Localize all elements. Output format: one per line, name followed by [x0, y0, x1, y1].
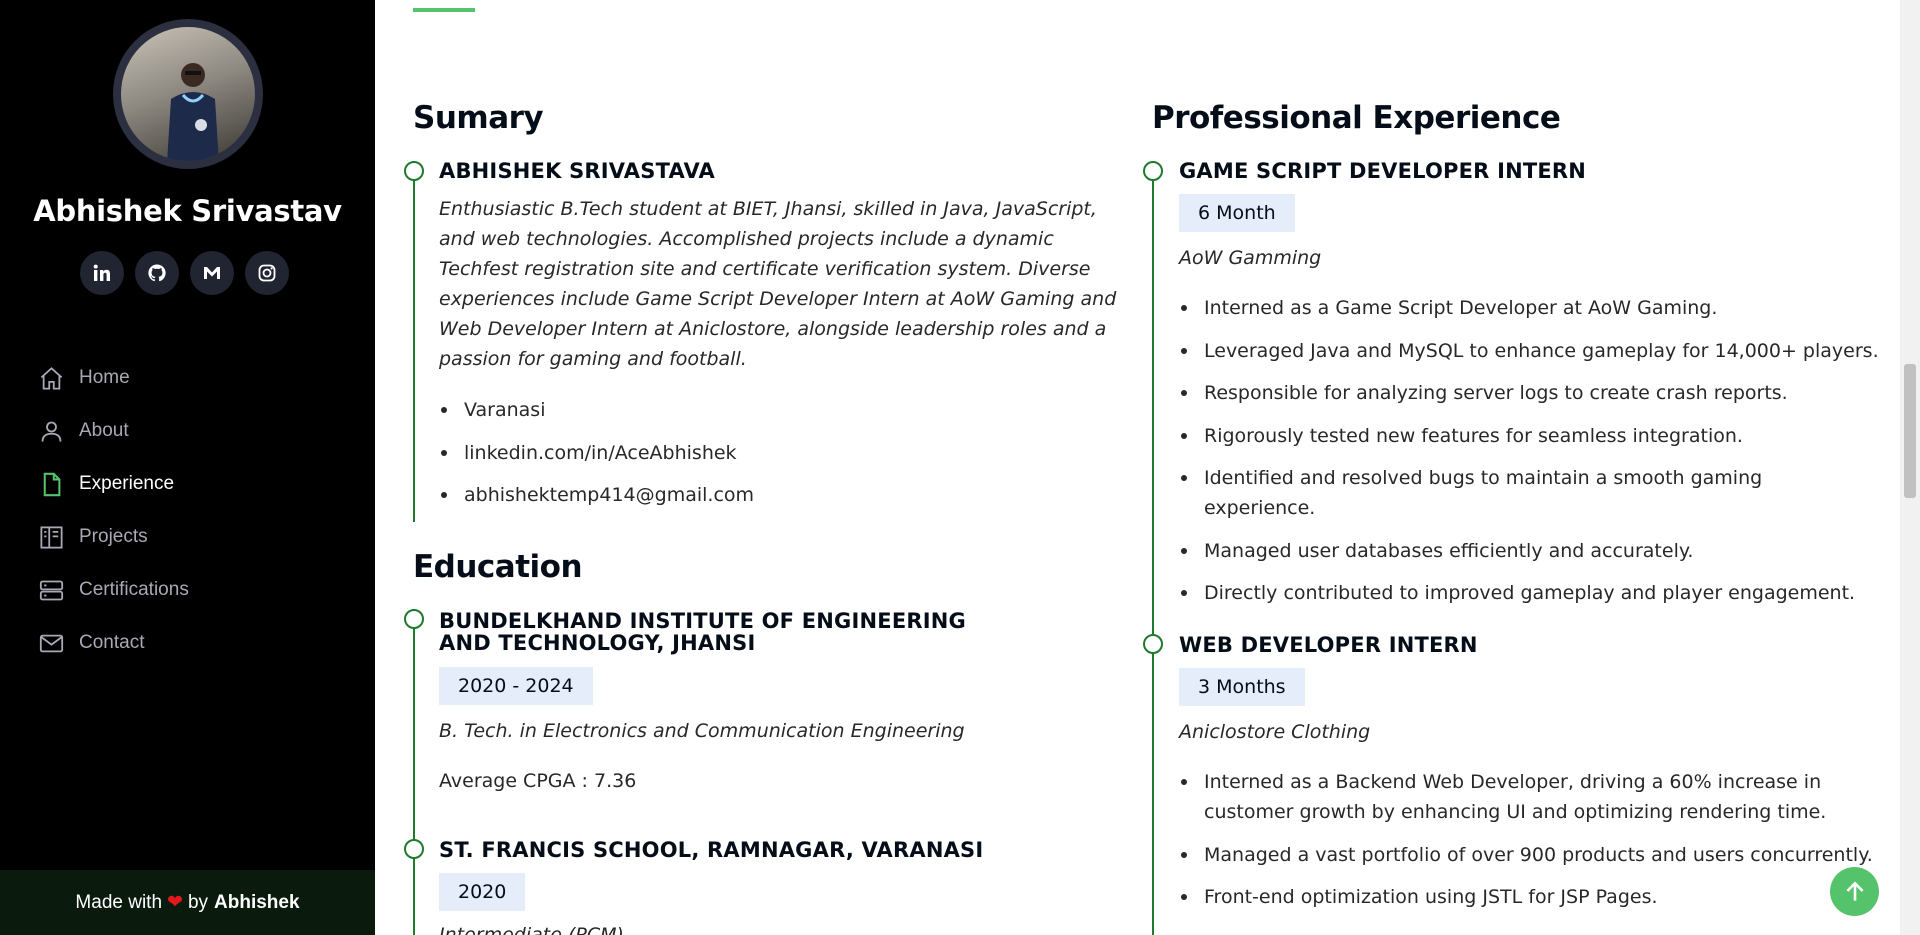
server-icon	[39, 580, 64, 600]
timeline-node	[1143, 161, 1163, 181]
contact-location: Varanasi	[439, 395, 1129, 425]
contact-email: abhishektemp414@gmail.com	[439, 480, 1129, 510]
summary-description: Enthusiastic B.Tech student at BIET, Jha…	[439, 198, 1117, 370]
experience-point: Leveraged Java and MySQL to enhance game…	[1179, 336, 1879, 366]
instagram-link[interactable]	[245, 251, 289, 295]
social-links	[80, 251, 289, 295]
experience-duration-badge: 6 Month	[1179, 194, 1295, 232]
experience-points: Interned as a Backend Web Developer, dri…	[1179, 767, 1879, 925]
timeline-node	[404, 839, 424, 859]
experience-title: Professional Experience	[1152, 100, 1561, 136]
experience-company: AoW Gamming	[1179, 247, 1322, 269]
person-icon	[41, 421, 62, 442]
file-icon	[43, 472, 61, 496]
education-years-badge: 2020 - 2024	[439, 667, 593, 705]
avatar	[113, 19, 263, 169]
linkedin-link[interactable]	[80, 251, 124, 295]
experience-role: WEB DEVELOPER INTERN	[1179, 633, 1478, 657]
nav-label-about: About	[79, 420, 129, 441]
summary-name: ABHISHEK SRIVASTAVA	[439, 159, 715, 183]
experience-points: Interned as a Game Script Developer at A…	[1179, 293, 1879, 621]
experience-role: GAME SCRIPT DEVELOPER INTERN	[1179, 159, 1587, 183]
profile-name: Abhishek Srivastav	[33, 194, 342, 228]
summary-timeline	[413, 170, 415, 522]
sidebar: Abhishek Srivastav Home About Experience…	[0, 0, 375, 935]
summary-title: Sumary	[413, 100, 544, 136]
nav-item-contact[interactable]: Contact	[38, 608, 189, 678]
back-to-top-button[interactable]	[1830, 867, 1879, 916]
timeline-node	[404, 609, 424, 629]
nav-label-experience: Experience	[79, 473, 175, 494]
education-school: ST. FRANCIS SCHOOL, RAMNAGAR, VARANASI	[439, 838, 984, 862]
nav-label-projects: Projects	[79, 526, 148, 547]
timeline-node	[1143, 634, 1163, 654]
nav-label-certifications: Certifications	[79, 579, 189, 600]
layout-icon	[40, 525, 63, 549]
nav-label-contact: Contact	[79, 632, 145, 653]
footer-made-with: Made with	[75, 891, 163, 913]
nav-label-home: Home	[79, 367, 130, 388]
footer-by: by	[187, 891, 209, 913]
experience-point: Directly contributed to improved gamepla…	[1179, 578, 1879, 608]
scrollbar-thumb[interactable]	[1904, 364, 1916, 498]
experience-point: Rigorously tested new features for seaml…	[1179, 421, 1879, 451]
experience-company: Aniclostore Clothing	[1179, 721, 1371, 743]
experience-point: Front-end optimization using JSTL for JS…	[1179, 882, 1879, 912]
education-score: Average CPGA : 7.36	[439, 770, 637, 792]
experience-point: Managed a vast portfolio of over 900 pro…	[1179, 840, 1879, 870]
linkedin-icon	[93, 264, 110, 281]
github-icon	[148, 264, 166, 282]
education-degree: B. Tech. in Electronics and Communicatio…	[439, 720, 965, 742]
gmail-link[interactable]	[190, 251, 234, 295]
timeline-node	[404, 161, 424, 181]
experience-point: Interned as a Game Script Developer at A…	[1179, 293, 1879, 323]
education-timeline	[413, 619, 415, 935]
experience-duration-badge: 3 Months	[1179, 668, 1305, 706]
heart-icon: ❤	[167, 892, 183, 913]
experience-timeline	[1152, 170, 1154, 935]
gmail-icon	[204, 267, 220, 279]
contact-linkedin: linkedin.com/in/AceAbhishek	[439, 438, 1129, 468]
sidebar-footer: Made with ❤ by Abhishek	[0, 870, 375, 935]
education-title: Education	[413, 549, 583, 585]
footer-author: Abhishek	[214, 891, 300, 913]
section-title-underline	[413, 8, 475, 12]
education-degree: Intermediate (PCM)	[439, 924, 624, 935]
experience-point: Identified and resolved bugs to maintain…	[1179, 463, 1879, 523]
summary-contacts: Varanasi linkedin.com/in/AceAbhishek abh…	[439, 395, 1129, 523]
education-years-badge: 2020	[439, 873, 526, 911]
experience-point: Responsible for analyzing server logs to…	[1179, 378, 1879, 408]
arrow-up-icon	[1845, 880, 1864, 901]
profile-photo	[167, 63, 219, 161]
education-school: BUNDELKHAND INSTITUTE OF ENGINEERING AND…	[439, 609, 966, 655]
experience-point: Managed user databases efficiently and a…	[1179, 536, 1879, 566]
github-link[interactable]	[135, 251, 179, 295]
instagram-icon	[258, 264, 276, 282]
main-nav: Home About Experience Projects Certifica…	[38, 343, 189, 678]
experience-point: Interned as a Backend Web Developer, dri…	[1179, 767, 1879, 827]
envelope-icon	[39, 634, 64, 652]
home-icon	[40, 366, 63, 390]
